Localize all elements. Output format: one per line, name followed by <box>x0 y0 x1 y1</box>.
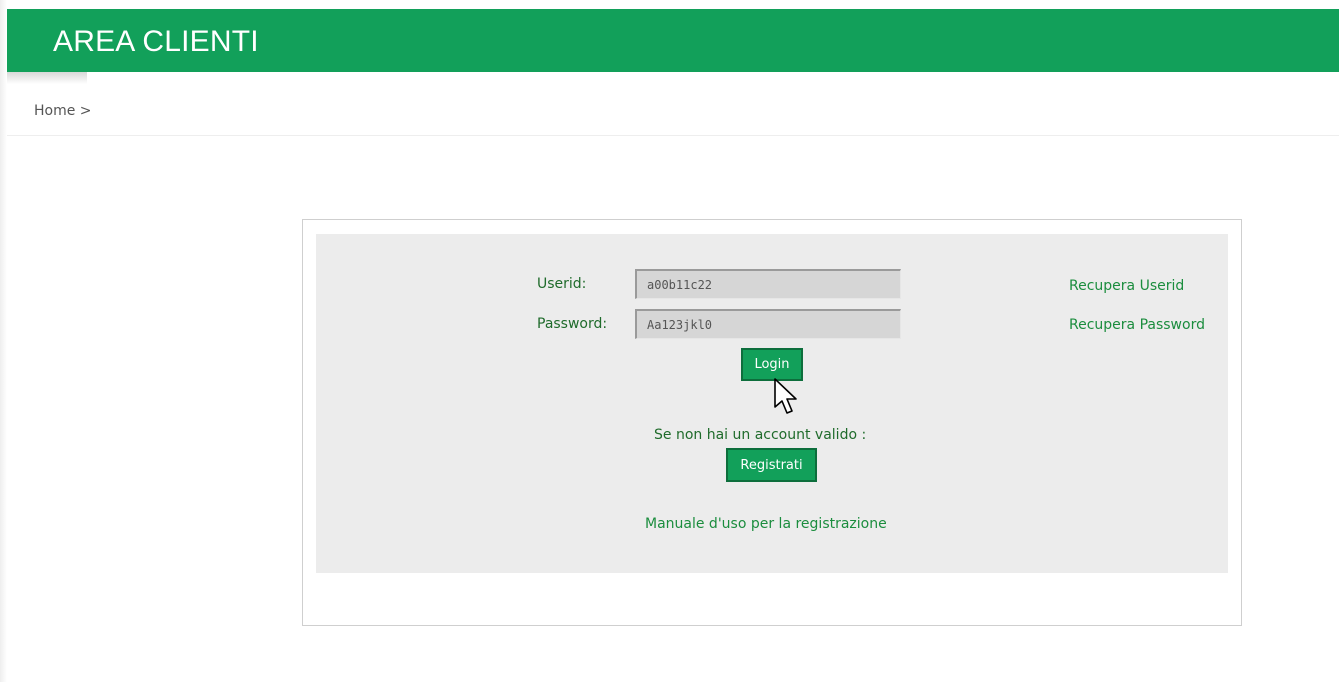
password-input[interactable] <box>635 309 901 339</box>
recover-password-link[interactable]: Recupera Password <box>1069 317 1205 333</box>
registration-manual-link[interactable]: Manuale d'uso per la registrazione <box>645 516 887 532</box>
userid-input[interactable] <box>635 269 901 299</box>
userid-label: Userid: <box>537 276 587 292</box>
password-label: Password: <box>537 316 608 332</box>
header-bar: AREA CLIENTI <box>7 9 1339 72</box>
left-shadow <box>0 0 7 682</box>
recover-userid-link[interactable]: Recupera Userid <box>1069 278 1184 294</box>
no-account-text: Se non hai un account valido : <box>654 427 867 443</box>
mouse-pointer-icon <box>774 378 797 414</box>
page-title: AREA CLIENTI <box>53 25 259 58</box>
breadcrumb-home[interactable]: Home > <box>34 103 92 119</box>
register-button[interactable]: Registrati <box>726 448 817 482</box>
breadcrumb-divider <box>7 135 1339 136</box>
header-fold-shadow <box>7 72 87 84</box>
page: AREA CLIENTI Home > Userid: Password: Re… <box>0 0 1339 682</box>
